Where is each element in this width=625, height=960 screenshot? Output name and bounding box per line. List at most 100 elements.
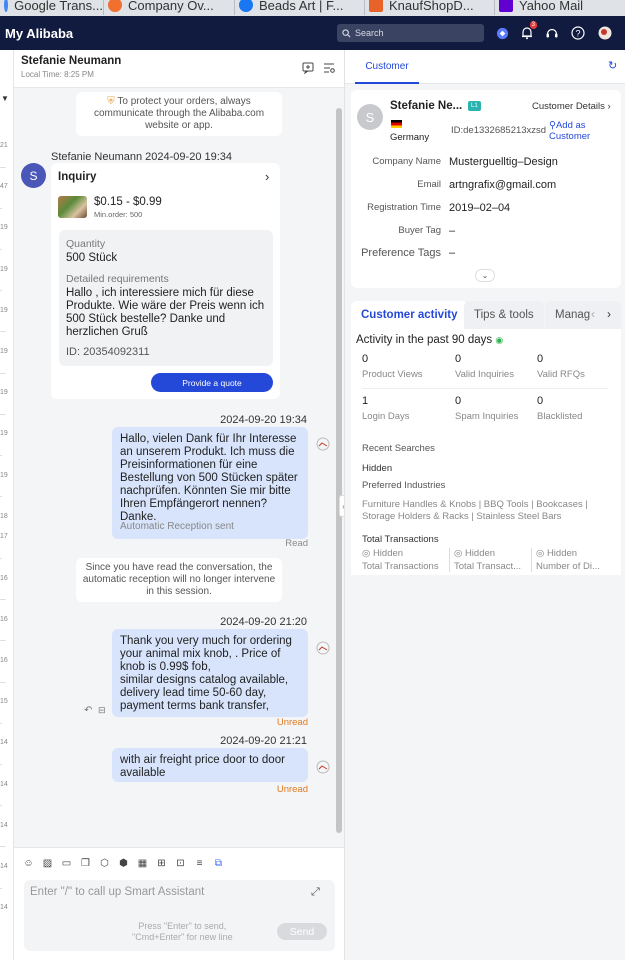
- conversation-preview-fragment[interactable]: .: [0, 760, 2, 767]
- conversation-preview-fragment[interactable]: .: [0, 245, 2, 252]
- chevron-left-icon[interactable]: ‹: [591, 307, 595, 321]
- conversation-preview-fragment[interactable]: .: [0, 204, 2, 211]
- stat-value: 0: [537, 395, 544, 407]
- folder-icon[interactable]: ▭: [60, 857, 73, 870]
- conversation-preview-fragment[interactable]: ...: [0, 410, 6, 417]
- conversation-preview-fragment[interactable]: 21: [0, 142, 8, 149]
- contact-avatar[interactable]: S: [21, 163, 46, 188]
- translate-icon[interactable]: ⧉: [212, 857, 225, 870]
- message-bubble[interactable]: Thank you very much for ordering your an…: [112, 629, 308, 717]
- conversation-preview-fragment[interactable]: 18: [0, 513, 8, 520]
- settings-list-icon[interactable]: [323, 61, 335, 79]
- conversation-preview-fragment[interactable]: 19: [0, 430, 8, 437]
- conversation-preview-fragment[interactable]: 19: [0, 389, 8, 396]
- conversation-preview-fragment[interactable]: 47: [0, 183, 8, 190]
- min-order: Min.order: 500: [94, 210, 143, 219]
- message-footer: Automatic Reception sent: [120, 521, 234, 532]
- conversation-preview-fragment[interactable]: .: [0, 884, 2, 891]
- conversation-preview-fragment[interactable]: ...: [0, 595, 6, 602]
- inquiry-card[interactable]: Inquiry › $0.15 - $0.99 Min.order: 500 Q…: [51, 163, 280, 399]
- conversation-preview-fragment[interactable]: 14: [0, 822, 8, 829]
- new-chat-icon[interactable]: [302, 61, 314, 79]
- conversation-preview-fragment[interactable]: ...: [0, 369, 6, 376]
- browser-tab[interactable]: Yahoo Mail: [495, 0, 625, 15]
- conversation-preview-fragment[interactable]: ...: [0, 678, 6, 685]
- tab-customer-activity[interactable]: Customer activity: [351, 301, 468, 329]
- conversation-preview-fragment[interactable]: .: [0, 492, 2, 499]
- message-bubble[interactable]: with air freight price door to door avai…: [112, 748, 308, 782]
- level-badge: L1: [468, 101, 481, 111]
- package-icon[interactable]: ⬢: [117, 857, 130, 870]
- conversation-preview-fragment[interactable]: 16: [0, 575, 8, 582]
- conversation-preview-fragment[interactable]: ...: [0, 163, 6, 170]
- provide-quote-button[interactable]: Provide a quote: [151, 373, 273, 392]
- conversation-preview-fragment[interactable]: 19: [0, 266, 8, 273]
- conversation-preview-fragment[interactable]: 17: [0, 533, 8, 540]
- tab-customer[interactable]: Customer: [355, 50, 419, 84]
- browser-tab[interactable]: KnaufShopD...: [365, 0, 495, 15]
- add-customer-link[interactable]: ⚲Add as Customer: [549, 120, 619, 142]
- conversation-preview-fragment[interactable]: ...: [0, 327, 6, 334]
- chevron-right-icon[interactable]: ›: [265, 169, 269, 184]
- product-box-icon[interactable]: ⬡: [98, 857, 111, 870]
- brand-title[interactable]: My Alibaba: [5, 26, 73, 41]
- conversation-preview-fragment[interactable]: 15: [0, 698, 8, 705]
- inquiry-title: Inquiry: [58, 171, 97, 183]
- assistant-icon[interactable]: [494, 25, 510, 41]
- conversation-preview-fragment[interactable]: ...: [0, 842, 6, 849]
- refresh-icon[interactable]: ↻: [608, 59, 617, 72]
- chevron-right-icon[interactable]: ›: [607, 307, 611, 321]
- browser-tab[interactable]: Beads Art | F...: [235, 0, 365, 15]
- quote-icon[interactable]: ⊟: [98, 705, 106, 716]
- browser-tab[interactable]: Google Trans...: [0, 0, 104, 15]
- conversation-list-strip[interactable]: ▼ 21... 47. 19. 19. 19... 19... 19... 19. 19. 18 1…: [0, 50, 14, 960]
- bell-icon[interactable]: 3: [519, 21, 537, 41]
- list-icon[interactable]: ≡: [193, 857, 206, 870]
- conversation-preview-fragment[interactable]: 16: [0, 657, 8, 664]
- conversation-preview-fragment[interactable]: 19: [0, 348, 8, 355]
- headset-icon[interactable]: [544, 25, 560, 41]
- message-bubble-auto[interactable]: Hallo, vielen Dank für Ihr Interesse an …: [112, 427, 308, 539]
- image-icon[interactable]: ▨: [41, 857, 54, 870]
- help-icon[interactable]: ?: [570, 25, 586, 41]
- filter-icon[interactable]: ▼: [1, 94, 9, 103]
- expand-chevron-icon[interactable]: ⌄: [475, 269, 495, 282]
- conversation-preview-fragment[interactable]: 14: [0, 863, 8, 870]
- tab-tips-tools[interactable]: Tips & tools: [464, 301, 544, 329]
- search-input[interactable]: Search: [337, 24, 484, 42]
- facebook-icon: [239, 0, 253, 12]
- conversation-preview-fragment[interactable]: 14: [0, 739, 8, 746]
- conversation-preview-fragment[interactable]: .: [0, 451, 2, 458]
- conversation-preview-fragment[interactable]: .: [0, 286, 2, 293]
- conversation-preview-fragment[interactable]: .: [0, 801, 2, 808]
- quote-form-icon[interactable]: ⊡: [174, 857, 187, 870]
- copy-icon[interactable]: ❐: [79, 857, 92, 870]
- conversation-preview-fragment[interactable]: 14: [0, 904, 8, 911]
- transactions-label: Total Transactions: [362, 534, 439, 545]
- customer-avatar[interactable]: S: [357, 104, 383, 130]
- send-button[interactable]: Send: [277, 923, 327, 940]
- conversation-preview-fragment[interactable]: 16: [0, 616, 8, 623]
- conversation-preview-fragment[interactable]: .: [0, 719, 2, 726]
- profile-avatar-icon[interactable]: [597, 25, 613, 41]
- safety-notice: ⛨ To protect your orders, always communi…: [76, 92, 282, 136]
- user-plus-icon: ⚲: [549, 120, 556, 131]
- conversation-preview-fragment[interactable]: 19: [0, 224, 8, 231]
- composer-toolbar: ☺ ▨ ▭ ❐ ⬡ ⬢ ▦ ⊞ ⊡ ≡ ⧉: [22, 857, 225, 870]
- product-thumbnail[interactable]: [58, 196, 87, 218]
- expand-icon[interactable]: ⤢: [311, 886, 320, 899]
- browser-tab[interactable]: Company Ov...: [104, 0, 235, 15]
- reply-icon[interactable]: ↶: [84, 705, 92, 716]
- emoji-icon[interactable]: ☺: [22, 857, 35, 870]
- chat-scrollbar[interactable]: [336, 108, 342, 833]
- calendar-icon[interactable]: ▦: [136, 857, 149, 870]
- conversation-preview-fragment[interactable]: ...: [0, 636, 6, 643]
- stat-label: Blacklisted: [537, 411, 583, 422]
- customer-details-link[interactable]: Customer Details ›: [532, 101, 611, 112]
- message-input[interactable]: Enter "/" to call up Smart Assistant ⤢ P…: [24, 880, 335, 951]
- conversation-preview-fragment[interactable]: .: [0, 554, 2, 561]
- conversation-preview-fragment[interactable]: 19: [0, 472, 8, 479]
- conversation-preview-fragment[interactable]: 14: [0, 781, 8, 788]
- conversation-preview-fragment[interactable]: 19: [0, 307, 8, 314]
- order-icon[interactable]: ⊞: [155, 857, 168, 870]
